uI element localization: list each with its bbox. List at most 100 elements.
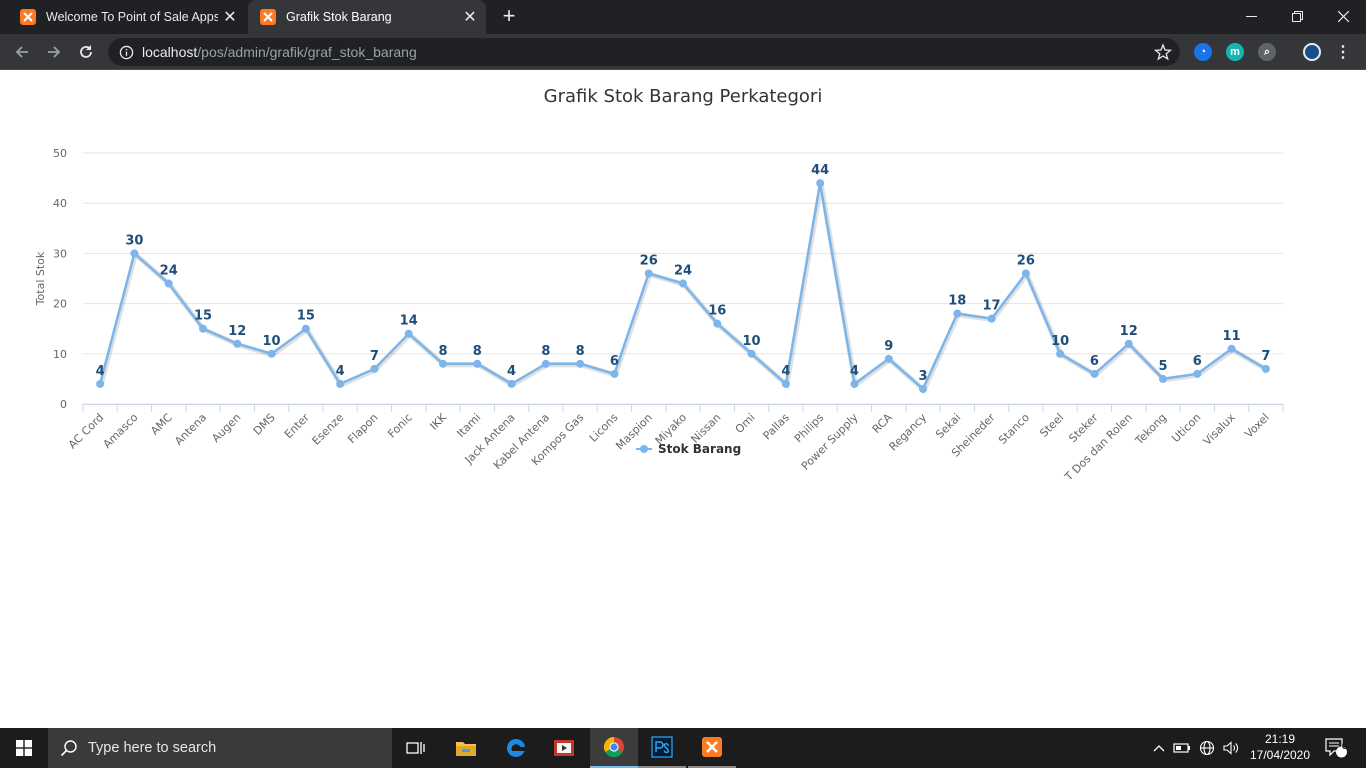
- file-explorer-app[interactable]: [442, 728, 490, 768]
- x-tick-label: Sekai: [933, 411, 963, 441]
- data-label: 4: [507, 364, 516, 379]
- data-label: 26: [640, 253, 658, 268]
- url-host: localhost: [142, 44, 198, 60]
- data-label: 17: [983, 299, 1001, 314]
- data-label: 11: [1223, 329, 1241, 344]
- x-tick-label: Tekong: [1132, 411, 1169, 448]
- arrow-right-icon: [48, 46, 61, 58]
- edge-browser-app[interactable]: [492, 728, 540, 768]
- close-window-button[interactable]: [1320, 0, 1366, 32]
- search-placeholder: Type here to search: [88, 740, 217, 756]
- data-label: 5: [1158, 359, 1167, 374]
- show-hidden-icons-chevron-up-icon[interactable]: [1150, 728, 1168, 768]
- x-tick-label: Esenze: [310, 411, 347, 448]
- taskbar-search-box[interactable]: Type here to search: [48, 728, 392, 768]
- data-point: [96, 379, 105, 388]
- legend-swatch: [636, 444, 652, 454]
- new-tab-button[interactable]: +: [496, 5, 522, 29]
- xampp-app[interactable]: [688, 728, 736, 768]
- reload-button[interactable]: [73, 39, 99, 65]
- volume-icon[interactable]: [1220, 728, 1242, 768]
- action-center-button[interactable]: 6: [1320, 728, 1352, 768]
- start-button[interactable]: [0, 728, 48, 768]
- data-point: [1124, 339, 1133, 348]
- data-point: [301, 324, 310, 333]
- media-player-app[interactable]: [540, 728, 588, 768]
- tab-title: Welcome To Point of Sale Apps: [46, 10, 218, 24]
- folder-icon: [456, 742, 476, 756]
- x-tick-label: Itami: [454, 411, 483, 440]
- data-point: [1193, 369, 1202, 378]
- minimize-button[interactable]: [1228, 0, 1274, 32]
- browser-tab-bar: Welcome To Point of Sale Apps ✕ Grafik S…: [0, 0, 1366, 34]
- taskbar-clock[interactable]: 21:19 17/04/2020: [1244, 731, 1316, 763]
- bookmark-star-icon[interactable]: [1154, 43, 1172, 61]
- network-globe-icon[interactable]: [1197, 728, 1217, 768]
- address-bar[interactable]: localhost/pos/admin/grafik/graf_stok_bar…: [108, 38, 1180, 66]
- data-label: 18: [948, 294, 966, 309]
- y-tick-label: 20: [53, 298, 67, 311]
- back-button[interactable]: [9, 39, 35, 65]
- tab-welcome[interactable]: Welcome To Point of Sale Apps ✕: [8, 0, 246, 34]
- data-point: [164, 279, 173, 288]
- data-label: 24: [160, 264, 178, 279]
- tab-grafik-stok[interactable]: Grafik Stok Barang ✕: [248, 0, 486, 34]
- forward-button[interactable]: [41, 39, 67, 65]
- data-label: 16: [708, 304, 726, 319]
- chart-legend[interactable]: Stok Barang: [636, 440, 741, 458]
- profile-avatar[interactable]: [1303, 43, 1321, 61]
- chrome-app[interactable]: [590, 728, 638, 768]
- data-point: [850, 379, 859, 388]
- windows-logo-icon: [16, 740, 32, 756]
- tab-close-icon[interactable]: ✕: [458, 7, 482, 27]
- task-view-button[interactable]: [392, 728, 440, 768]
- y-tick-label: 30: [53, 247, 67, 260]
- x-tick-label: Visalux: [1201, 411, 1238, 448]
- data-label: 9: [884, 339, 893, 354]
- search-icon: [60, 740, 77, 757]
- data-label: 15: [297, 309, 315, 324]
- data-label: 8: [576, 344, 585, 359]
- restore-button[interactable]: [1274, 0, 1320, 32]
- extension-search-icon[interactable]: ⌕: [1258, 43, 1276, 61]
- data-label: 4: [96, 364, 105, 379]
- data-label: 30: [125, 233, 143, 248]
- minimize-icon: [1245, 15, 1257, 17]
- x-tick-label: Antena: [172, 411, 209, 448]
- notification-count: 6: [1341, 741, 1348, 752]
- photoshop-icon: [651, 736, 673, 758]
- data-point: [747, 349, 756, 358]
- data-point: [473, 359, 482, 368]
- data-label: 15: [194, 309, 212, 324]
- data-label: 6: [1090, 354, 1099, 369]
- y-axis-ticks: 0 10 20 30 40 50: [53, 147, 67, 411]
- chrome-icon: [603, 736, 624, 758]
- battery-icon[interactable]: [1172, 728, 1192, 768]
- clock-date: 17/04/2020: [1249, 748, 1311, 762]
- data-label: 44: [811, 163, 829, 178]
- tab-close-icon[interactable]: ✕: [218, 7, 242, 27]
- data-point: [1021, 269, 1030, 278]
- x-tick-label: Augen: [209, 411, 243, 445]
- data-point: [987, 314, 996, 323]
- menu-kebab-icon[interactable]: ⋮: [1334, 43, 1352, 61]
- data-point: [1090, 369, 1099, 378]
- photoshop-app[interactable]: [638, 728, 686, 768]
- data-point: [953, 309, 962, 318]
- x-tick-label: AMC: [148, 411, 175, 438]
- url-path: /pos/admin/grafik/graf_stok_barang: [197, 44, 417, 60]
- data-point: [1261, 364, 1270, 373]
- y-tick-label: 10: [53, 348, 67, 361]
- info-icon[interactable]: [118, 44, 134, 60]
- extension-m-icon[interactable]: m: [1226, 43, 1244, 61]
- x-tick-label: IKK: [427, 410, 449, 432]
- data-point: [233, 339, 242, 348]
- data-point: [404, 329, 413, 338]
- browser-toolbar: localhost/pos/admin/grafik/graf_stok_bar…: [0, 34, 1366, 70]
- extension-globe-icon[interactable]: ◔: [1194, 43, 1212, 61]
- data-point: [713, 319, 722, 328]
- legend-label: Stok Barang: [658, 442, 742, 456]
- data-point: [507, 379, 516, 388]
- data-label: 4: [850, 364, 859, 379]
- data-label: 10: [1051, 334, 1069, 349]
